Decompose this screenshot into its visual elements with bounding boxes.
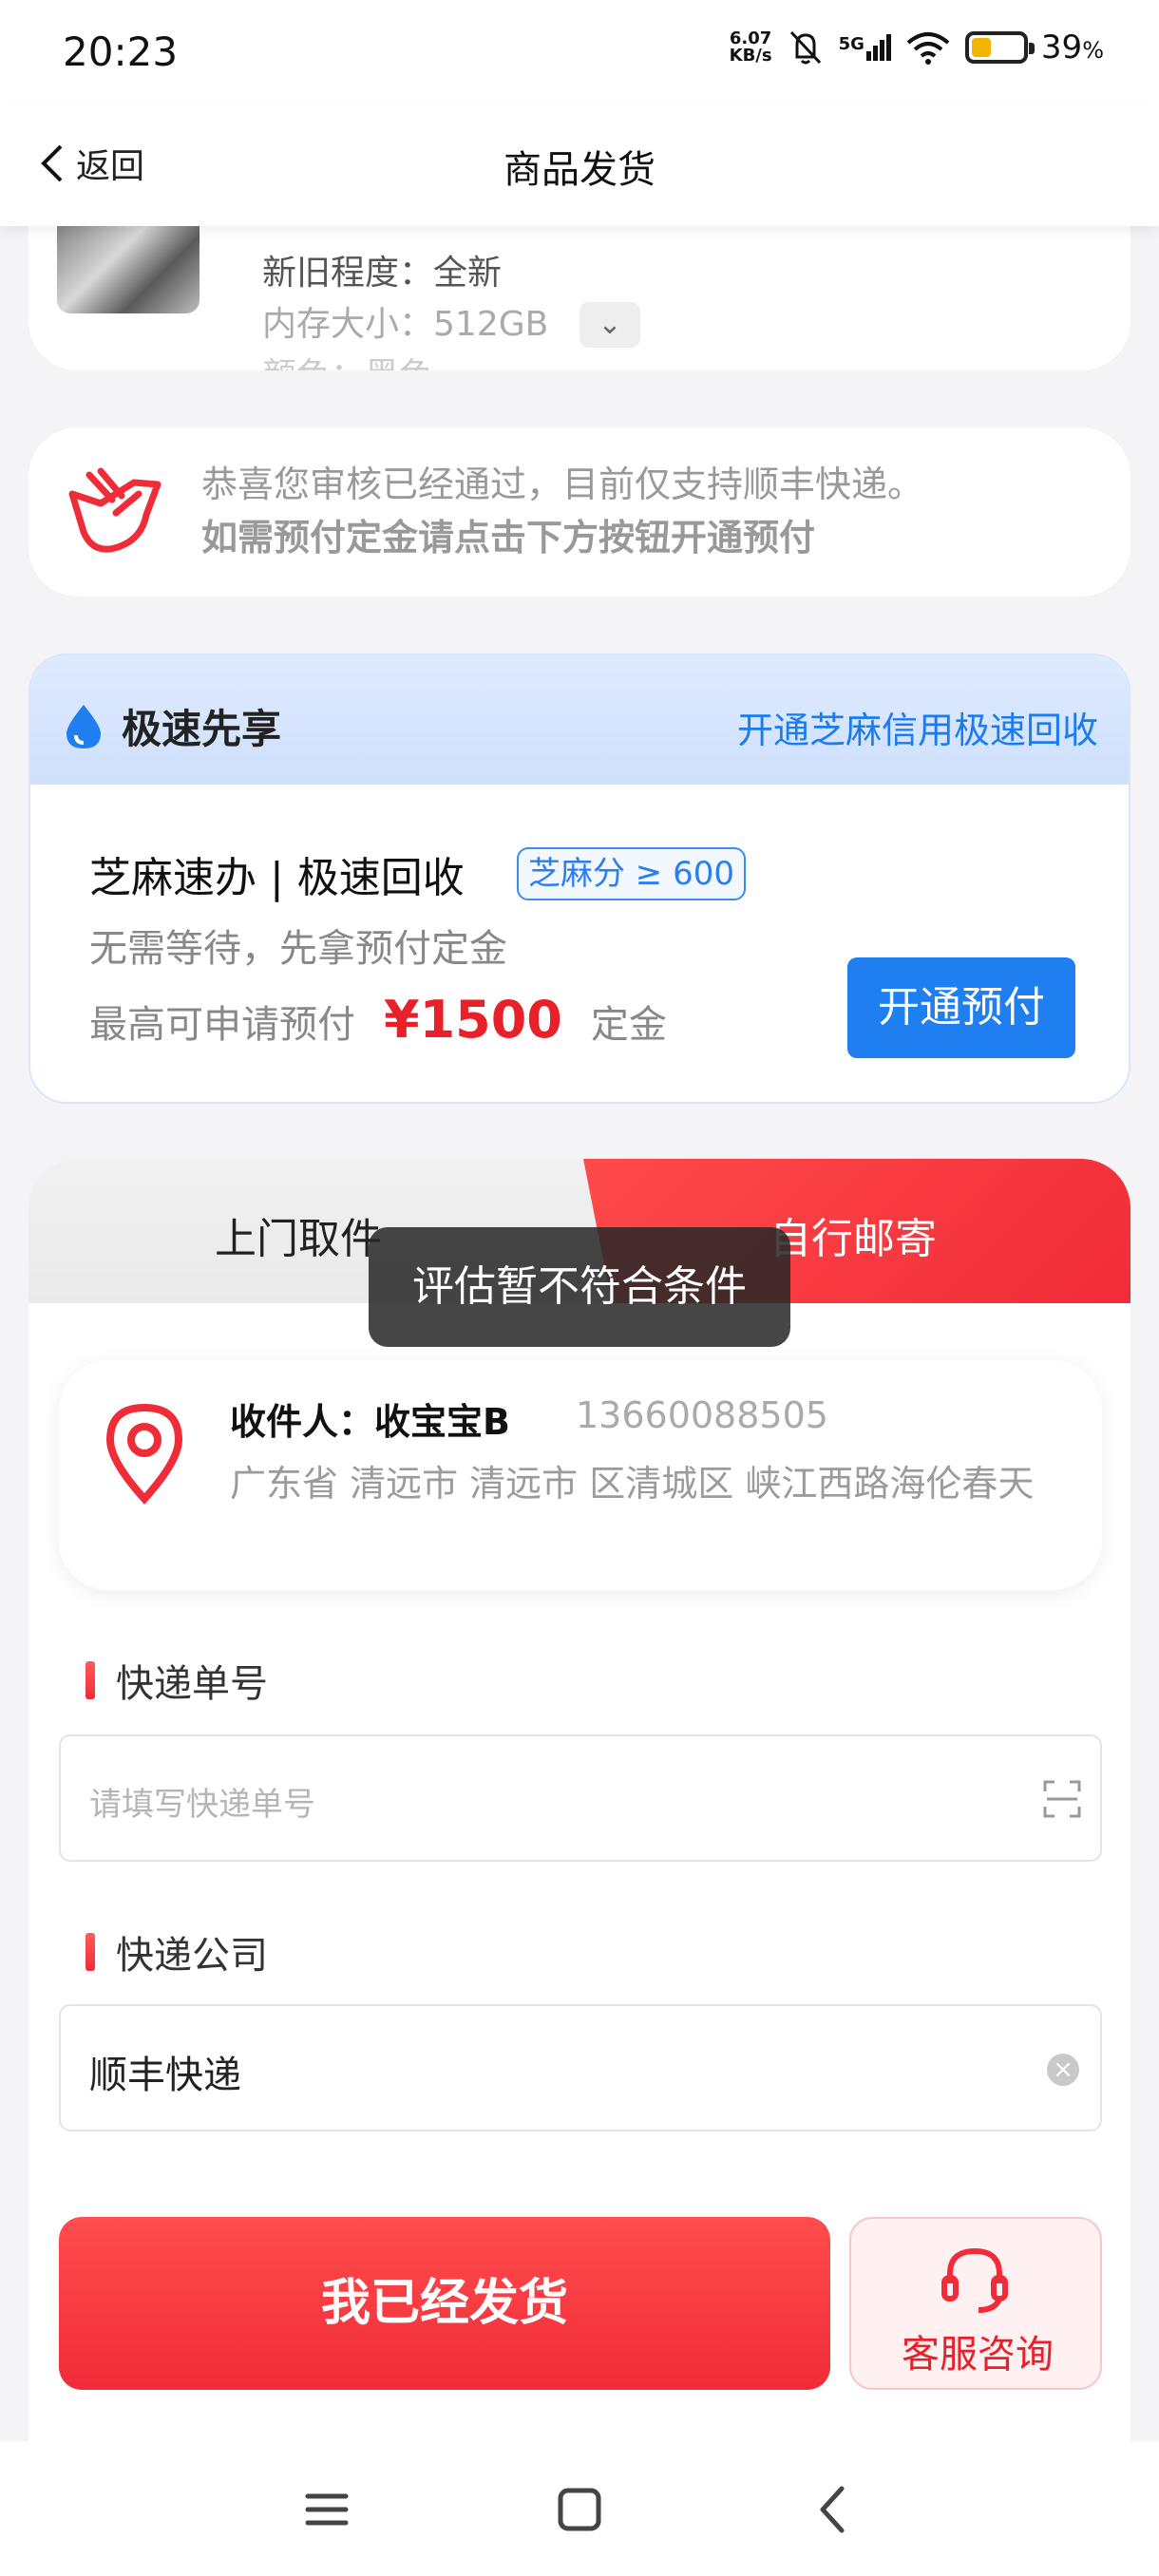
notice-text: 恭喜您审核已经通过，目前仅支持顺丰快递。 如需预付定金请点击下方按钮开通预付	[201, 464, 924, 559]
product-condition: 新旧程度：全新	[262, 254, 503, 293]
zhima-score-badge: 芝麻分 ≥ 600	[517, 847, 746, 900]
water-drop-icon	[66, 704, 101, 748]
fast-recycle-card: 极速先享 开通芝麻信用极速回收 芝麻速办 | 极速回收 芝麻分 ≥ 600 无需…	[28, 653, 1130, 1104]
battery-level	[971, 38, 992, 57]
headset-icon	[941, 2247, 1008, 2313]
fast-recycle-subtitle: 无需等待，先拿预付定金	[89, 927, 507, 971]
home-icon[interactable]	[549, 2479, 610, 2540]
open-zhima-link[interactable]: 开通芝麻信用极速回收	[737, 701, 1098, 753]
fast-recycle-header: 极速先享 开通芝麻信用极速回收	[30, 655, 1129, 785]
approval-notice: 恭喜您审核已经通过，目前仅支持顺丰快递。 如需预付定金请点击下方按钮开通预付	[28, 427, 1130, 597]
label-marker	[86, 1661, 95, 1699]
location-pin-icon	[105, 1403, 183, 1505]
address-card[interactable]: 收件人：收宝宝B 13660088505 广东省 清远市 清远市 区清城区 峡江…	[59, 1360, 1102, 1590]
back-nav-icon[interactable]	[804, 2479, 864, 2540]
mute-icon	[789, 30, 821, 65]
battery-icon	[964, 31, 1035, 64]
open-prepay-button[interactable]: 开通预付	[847, 957, 1075, 1058]
tab-self-mail-label: 自行邮寄	[770, 1215, 937, 1263]
courier-input[interactable]: 顺丰快递 ×	[59, 2004, 1102, 2131]
courier-value: 顺丰快递	[89, 2054, 241, 2097]
product-memory: 内存大小：512GB	[262, 305, 549, 344]
prepay-amount: ¥1500	[384, 990, 562, 1050]
tracking-number-label: 快递单号	[86, 1653, 268, 1708]
recipient-name: 收件人：收宝宝B	[230, 1401, 510, 1443]
page-title: 商品发货	[504, 148, 656, 192]
tracking-number-placeholder: 请填写快递单号	[89, 1786, 315, 1824]
battery-percent: 39%	[1040, 28, 1104, 66]
system-nav-bar	[0, 2441, 1159, 2576]
status-time: 20:23	[63, 28, 179, 75]
top-app-bar: 返回 商品发货	[0, 104, 1159, 226]
toast-message: 评估暂不符合条件	[369, 1227, 790, 1347]
recipient-phone: 13660088505	[576, 1394, 828, 1436]
customer-service-button[interactable]: 客服咨询	[849, 2217, 1102, 2390]
customer-service-label: 客服咨询	[902, 2333, 1054, 2377]
tracking-number-input[interactable]: 请填写快递单号	[59, 1734, 1102, 1862]
clear-icon[interactable]: ×	[1047, 2054, 1079, 2086]
label-marker	[86, 1933, 95, 1971]
status-indicators: 6.07 KB/s 5G 39%	[730, 28, 1104, 66]
courier-label: 快递公司	[86, 1924, 268, 1979]
menu-icon[interactable]	[296, 2479, 357, 2540]
fast-recycle-title: 极速先享	[63, 697, 281, 755]
confirm-shipped-button[interactable]: 我已经发货	[59, 2217, 830, 2390]
product-color: 颜色：黑色	[262, 348, 433, 370]
bird-logo-icon	[68, 467, 162, 553]
net-speed: 6.07 KB/s	[729, 28, 772, 66]
max-prepay-text: 最高可申请预付 ¥1500 定金	[89, 990, 667, 1050]
wifi-icon	[906, 32, 950, 65]
tab-pickup-label: 上门取件	[215, 1215, 382, 1263]
recipient-address: 广东省 清远市 清远市 区清城区 峡江西路海伦春天	[230, 1463, 1035, 1505]
signal-icon: 5G	[839, 34, 891, 61]
chevron-down-icon: ⌄	[598, 308, 622, 341]
status-bar: 20:23 6.07 KB/s 5G 39%	[0, 0, 1159, 104]
scan-icon[interactable]	[1043, 1778, 1081, 1820]
expand-details-button[interactable]: ⌄	[580, 302, 640, 348]
fast-recycle-heading: 芝麻速办 | 极速回收	[89, 854, 465, 902]
